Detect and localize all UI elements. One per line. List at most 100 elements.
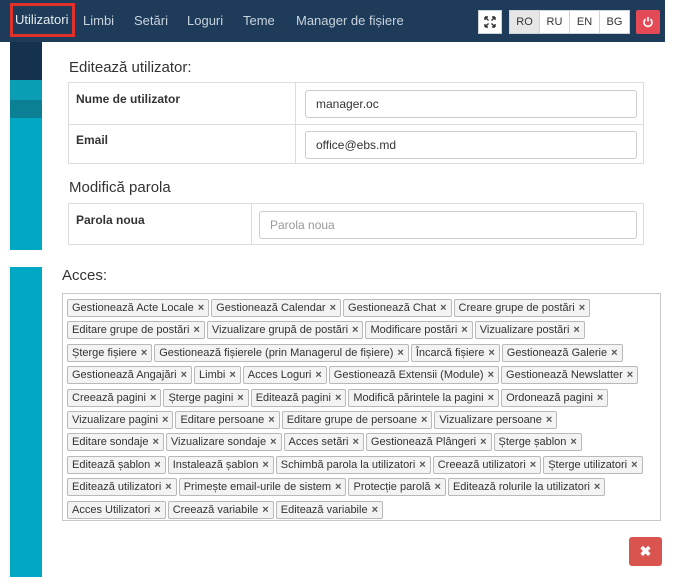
remove-tag-icon[interactable]: × [611,347,617,359]
remove-tag-icon[interactable]: × [631,459,637,471]
remove-tag-icon[interactable]: × [268,414,274,426]
remove-tag-icon[interactable]: × [352,436,358,448]
remove-tag-icon[interactable]: × [570,436,576,448]
access-tag: Protecție parolă × [348,478,446,497]
remove-tag-icon[interactable]: × [421,414,427,426]
new-password-label: Parola noua [76,213,145,227]
access-tag: Gestionează Plângeri × [365,433,492,452]
remove-tag-icon[interactable]: × [181,369,187,381]
access-tag: Vizualizare grupă de postări × [206,321,364,340]
remove-tag-icon[interactable]: × [152,436,158,448]
logout-button[interactable] [636,10,660,34]
remove-tag-icon[interactable]: × [397,347,403,359]
remove-tag-icon[interactable]: × [488,347,494,359]
access-tag-label: Editează utilizatori [72,481,162,494]
delete-button[interactable]: ✖ [629,537,662,566]
remove-tag-icon[interactable]: × [627,369,633,381]
nav-item-limbi[interactable]: Limbi [83,0,114,42]
remove-tag-icon[interactable]: × [440,302,446,314]
sidebar-strip [10,118,42,250]
access-tag: Șterge șablon × [493,433,582,452]
nav-item-setari[interactable]: Setări [134,0,168,42]
remove-tag-icon[interactable]: × [435,481,441,493]
close-icon: ✖ [639,543,652,559]
sidebar-strip [10,42,42,80]
remove-tag-icon[interactable]: × [335,481,341,493]
access-tag: Gestionează fișierele (prin Managerul de… [154,343,409,362]
remove-tag-icon[interactable]: × [229,369,235,381]
nav-item-manager-fisiere[interactable]: Manager de fișiere [296,0,404,42]
access-tag-label: Gestionează Newslatter [506,369,623,382]
remove-tag-icon[interactable]: × [546,414,552,426]
access-tag-label: Editează șablon [72,458,151,471]
fullscreen-button[interactable] [478,10,502,34]
remove-tag-icon[interactable]: × [141,347,147,359]
access-tag-label: Editează variabile [280,503,368,516]
email-input[interactable] [305,131,637,159]
username-label: Nume de utilizator [76,92,181,106]
remove-tag-icon[interactable]: × [237,392,243,404]
access-tag-label: Gestionează Galerie [506,346,608,359]
remove-tag-icon[interactable]: × [335,392,341,404]
remove-tag-icon[interactable]: × [270,436,276,448]
remove-tag-icon[interactable]: × [579,302,585,314]
lang-button-ro[interactable]: RO [509,10,540,34]
access-tag: Gestionează Newslatter × [501,366,639,385]
access-title: Acces: [62,267,108,284]
access-tag-label: Editează rolurile la utilizatori [452,481,590,494]
username-input[interactable] [305,90,637,118]
remove-tag-icon[interactable]: × [480,436,486,448]
access-tag-label: Gestionează Acte Locale [72,302,194,314]
tag-row: Gestionează Acte Locale × Gestionează Cale… [67,297,656,319]
access-tag-label: Editare grupe de postări [72,324,190,337]
access-tag-label: Vizualizare pagini [72,413,159,426]
access-tag-label: Schimbă parola la utilizatori [280,458,416,471]
nav-item-loguri[interactable]: Loguri [187,0,223,42]
remove-tag-icon[interactable]: × [488,392,494,404]
tag-row: Editare grupe de postări × Vizualizare gru… [67,319,656,341]
remove-tag-icon[interactable]: × [150,392,156,404]
nav-item-utilizatori[interactable]: Utilizatori [10,3,76,37]
access-tag: Editare sondaje × [67,433,164,452]
lang-button-ru[interactable]: RU [539,10,570,34]
access-tag-label: Acces Utilizatori [72,503,151,516]
access-tag: Limbi × [194,366,241,385]
remove-tag-icon[interactable]: × [198,302,204,314]
lang-button-bg[interactable]: BG [599,10,630,34]
remove-tag-icon[interactable]: × [594,481,600,493]
tag-row: Creează pagini × Șterge pagini × Editează pa… [67,387,656,409]
remove-tag-icon[interactable]: × [162,414,168,426]
remove-tag-icon[interactable]: × [372,504,378,516]
access-tag: Gestionează Angajări × [67,366,193,385]
remove-tag-icon[interactable]: × [154,504,160,516]
access-tag: Instalează șablon × [167,455,274,474]
change-password-card: Parola noua [68,203,644,245]
remove-tag-icon[interactable]: × [530,459,536,471]
remove-tag-icon[interactable]: × [352,324,358,336]
access-tag: Modificare postări × [365,321,473,340]
remove-tag-icon[interactable]: × [419,459,425,471]
access-tag: Editează utilizatori × [67,478,177,497]
remove-tag-icon[interactable]: × [165,481,171,493]
remove-tag-icon[interactable]: × [262,504,268,516]
remove-tag-icon[interactable]: × [154,459,160,471]
remove-tag-icon[interactable]: × [488,369,494,381]
remove-tag-icon[interactable]: × [315,369,321,381]
lang-button-en[interactable]: EN [569,10,600,34]
access-tag: Șterge fișiere × [67,343,153,362]
access-tags-input[interactable]: Gestionează Acte Locale × Gestionează Cale… [62,293,661,521]
remove-tag-icon[interactable]: × [573,324,579,336]
remove-tag-icon[interactable]: × [193,324,199,336]
tag-row: Șterge fișiere × Gestionează fișierele (pr… [67,342,656,364]
access-tag-label: Primește email-urile de sistem [183,481,332,494]
remove-tag-icon[interactable]: × [262,459,268,471]
new-password-input[interactable] [259,211,637,239]
remove-tag-icon[interactable]: × [330,302,336,314]
access-tag: Acces setări × [283,433,364,452]
access-tag-label: Editare persoane [180,413,265,426]
access-tag-label: Acces setări [288,436,349,449]
access-tag-label: Limbi [199,369,226,382]
remove-tag-icon[interactable]: × [597,392,603,404]
remove-tag-icon[interactable]: × [461,324,467,336]
nav-item-teme[interactable]: Teme [243,0,275,42]
